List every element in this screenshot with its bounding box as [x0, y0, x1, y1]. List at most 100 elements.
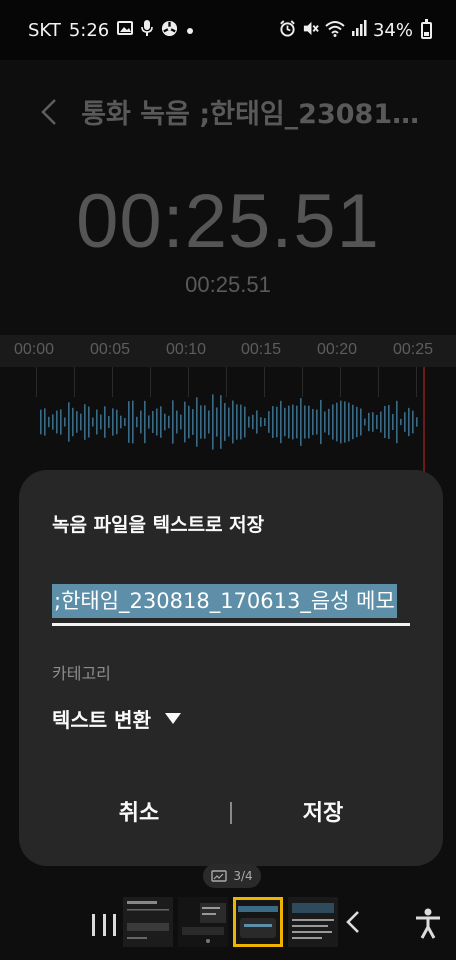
- waveform-bar: [408, 407, 410, 437]
- waveform-gridline: [340, 367, 341, 397]
- waveform-bar: [360, 408, 362, 436]
- waveform-bar: [412, 410, 414, 434]
- waveform[interactable]: [0, 367, 456, 477]
- gallery-icon: [117, 20, 134, 40]
- waveform-bar: [288, 405, 290, 439]
- waveform-bar: [84, 404, 86, 440]
- waveform-bar: [260, 417, 262, 427]
- waveform-bar: [248, 416, 250, 428]
- cancel-button[interactable]: 취소: [39, 792, 239, 836]
- category-dropdown[interactable]: 텍스트 변환: [52, 704, 181, 733]
- alarm-icon: [279, 19, 296, 41]
- waveform-gridline: [226, 367, 227, 397]
- waveform-bar: [396, 400, 398, 444]
- waveform-bar: [256, 410, 258, 434]
- waveform-bar: [308, 405, 310, 439]
- waveform-bar: [352, 404, 354, 440]
- waveform-bar: [332, 404, 334, 440]
- clock: 5:26: [68, 19, 110, 41]
- waveform-bar: [416, 417, 418, 427]
- mic-icon: [141, 20, 154, 40]
- screenshot-thumbnail[interactable]: [123, 897, 173, 947]
- waveform-bar: [212, 394, 214, 450]
- page-indicator: 3/4: [203, 864, 261, 888]
- waveform-bar: [344, 401, 346, 443]
- waveform-bar: [52, 414, 54, 430]
- waveform-bar: [328, 408, 330, 436]
- waveform-bar: [168, 415, 170, 429]
- dropdown-triangle-icon[interactable]: [164, 713, 181, 724]
- waveform-bar: [264, 418, 266, 426]
- recents-icon[interactable]: [92, 914, 116, 936]
- waveform-bar: [216, 407, 218, 437]
- waveform-bar: [48, 416, 50, 428]
- category-value[interactable]: 텍스트 변환: [52, 704, 151, 733]
- signal-icon: [351, 20, 367, 40]
- waveform-bar: [100, 414, 102, 430]
- timeline-ruler[interactable]: 00:00 00:05 00:10 00:15 00:20 00:25: [0, 335, 456, 367]
- status-bar: SKT 5:26 34%: [0, 0, 456, 60]
- waveform-bar: [44, 408, 46, 436]
- waveform-bar: [60, 409, 62, 435]
- waveform-bar: [272, 406, 274, 438]
- fan-icon: [161, 20, 178, 41]
- waveform-gridline: [302, 367, 303, 397]
- waveform-bar: [136, 416, 138, 428]
- waveform-bar: [244, 406, 246, 438]
- waveform-bar: [208, 410, 210, 434]
- waveform-bar: [180, 414, 182, 430]
- battery-percent: 34%: [372, 19, 413, 41]
- back-icon[interactable]: [344, 909, 362, 939]
- waveform-gridline: [112, 367, 113, 397]
- timeline-tick: 00:10: [166, 341, 207, 358]
- waveform-bar: [284, 407, 286, 437]
- waveform-bar: [80, 413, 82, 431]
- mute-icon: [302, 20, 319, 41]
- waveform-bar: [316, 409, 318, 435]
- waveform-bar: [276, 406, 278, 438]
- waveform-bar: [96, 409, 98, 435]
- waveform-bar: [108, 415, 110, 429]
- waveform-bar: [348, 402, 350, 442]
- waveform-bar: [132, 400, 134, 444]
- playhead[interactable]: [423, 367, 425, 477]
- timeline-tick: 00:05: [90, 341, 131, 358]
- waveform-bar: [400, 418, 402, 426]
- waveform-bar: [292, 404, 294, 440]
- timeline-tick: 00:00: [14, 341, 55, 358]
- waveform-bar: [140, 410, 142, 434]
- screenshot-thumbnail[interactable]: [288, 897, 338, 947]
- waveform-bar: [160, 406, 162, 438]
- waveform-bar: [252, 414, 254, 430]
- waveform-gridline: [188, 367, 189, 397]
- screenshot-thumbnail-active[interactable]: [233, 897, 283, 947]
- filename-selected-text[interactable]: ;한태임_230818_170613_음성 메모: [52, 584, 397, 618]
- waveform-bar: [224, 403, 226, 441]
- save-button[interactable]: 저장: [223, 792, 423, 836]
- status-right: 34%: [279, 18, 432, 41]
- waveform-bar: [388, 404, 390, 440]
- timeline-tick: 00:15: [241, 341, 282, 358]
- waveform-bar: [368, 412, 370, 432]
- timeline-tick: 00:25: [393, 341, 434, 358]
- waveform-bar: [184, 401, 186, 443]
- filename-input[interactable]: ;한태임_230818_170613_음성 메모: [52, 584, 410, 626]
- dialog-actions: 취소 저장: [19, 792, 443, 836]
- waveform-bar: [40, 409, 42, 435]
- accessibility-icon[interactable]: [414, 908, 442, 944]
- waveform-gridline: [36, 367, 37, 397]
- screenshot-icon: [211, 870, 228, 882]
- recording-title: 통화 녹음 ;한태임_230818...: [81, 99, 432, 130]
- page-indicator-text: 3/4: [233, 869, 253, 883]
- waveform-bar: [240, 404, 242, 440]
- waveform-bar: [320, 399, 322, 445]
- screenshot-thumbnail[interactable]: [178, 897, 228, 947]
- waveform-bar: [304, 405, 306, 439]
- category-label: 카테고리: [52, 664, 111, 683]
- waveform-bar: [112, 408, 114, 436]
- waveform-bar: [364, 418, 366, 426]
- waveform-bar: [268, 411, 270, 433]
- waveform-bar: [152, 411, 154, 433]
- back-arrow-icon[interactable]: [34, 97, 63, 127]
- waveform-bar: [204, 405, 206, 439]
